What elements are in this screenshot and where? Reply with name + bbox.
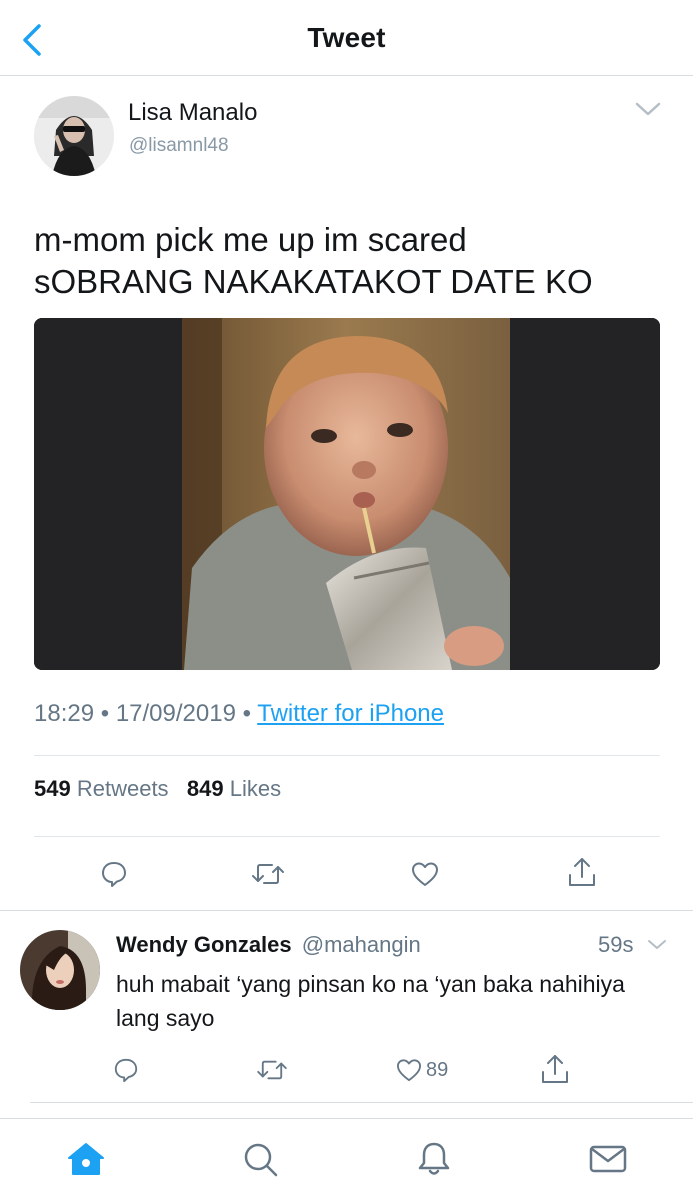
tab-search[interactable] (238, 1137, 282, 1181)
divider (30, 1102, 693, 1103)
bottom-tab-bar (0, 1118, 693, 1200)
page-title: Tweet (307, 22, 386, 53)
retweet-icon (257, 1060, 287, 1080)
tweet-source-link[interactable]: Twitter for iPhone (257, 700, 444, 727)
speech-bubble-icon (102, 862, 126, 887)
reply-author-avatar[interactable] (20, 930, 100, 1010)
author-handle[interactable]: @lisamnl48 (129, 135, 229, 157)
retweet-label: Retweets (76, 776, 169, 801)
reply-options-button[interactable] (644, 932, 670, 958)
tab-notifications[interactable] (412, 1137, 456, 1181)
heart-icon (412, 862, 438, 886)
tweet-options-button[interactable] (628, 92, 668, 126)
tab-home[interactable] (64, 1137, 108, 1181)
tweet-text: m-mom pick me up im scared sOBRANG NAKAK… (34, 219, 664, 303)
top-nav-bar: Tweet (0, 0, 693, 76)
retweet-icon (252, 864, 284, 884)
like-button[interactable] (406, 856, 444, 892)
tweet-time: 18:29 (34, 700, 95, 727)
reply-like-button[interactable]: 89 (396, 1054, 460, 1086)
reply-timestamp: 59s (598, 932, 634, 957)
meta-separator: • (100, 700, 116, 727)
like-count: 849 (186, 776, 224, 801)
tab-messages[interactable] (586, 1137, 630, 1181)
divider (0, 910, 693, 911)
reply-header: Wendy Gonzales @mahangin (116, 932, 421, 958)
reply-like-count: 89 (426, 1058, 449, 1081)
share-icon (569, 858, 595, 886)
divider (34, 836, 660, 837)
chevron-down-icon (635, 102, 661, 116)
share-icon (542, 1055, 568, 1083)
meta-separator: • (242, 700, 258, 727)
retweets-stat[interactable]: 549 Retweets (34, 776, 169, 801)
tweet-date: 17/09/2019 (115, 700, 236, 727)
reply-share-button[interactable] (536, 1050, 574, 1088)
reply-button[interactable] (96, 856, 132, 892)
reply-author-name[interactable]: Wendy Gonzales (116, 932, 292, 957)
tweet-stats: 549 Retweets 849 Likes (34, 776, 281, 802)
tweet-text-line-1: m-mom pick me up im scared (34, 221, 467, 258)
tweet-timestamp: 18:29 • 17/09/2019 • Twitter for iPhone (34, 700, 444, 728)
reply-author-handle[interactable]: @mahangin (302, 932, 421, 957)
speech-bubble-icon (114, 1058, 138, 1083)
reply-text: huh mabait ‘yang pinsan ko na ‘yan baka … (116, 971, 625, 1031)
tweet-media-image[interactable] (34, 318, 660, 670)
share-button[interactable] (562, 852, 602, 892)
reply-reply-button[interactable] (110, 1054, 142, 1086)
author-avatar[interactable] (34, 96, 114, 176)
home-icon (68, 1143, 104, 1175)
retweet-count: 549 (34, 776, 71, 801)
tweet-text-line-2: sOBRANG NAKAKATAKOT DATE KO (34, 263, 593, 300)
bell-icon (418, 1142, 450, 1175)
divider (34, 755, 660, 756)
search-icon (244, 1143, 278, 1177)
like-label: Likes (229, 776, 282, 801)
retweet-button[interactable] (248, 856, 288, 892)
heart-icon (397, 1059, 421, 1082)
likes-stat[interactable]: 849 Likes (187, 776, 281, 801)
chevron-down-icon (648, 940, 666, 949)
reply-retweet-button[interactable] (254, 1054, 290, 1086)
envelope-icon (589, 1145, 627, 1173)
author-name[interactable]: Lisa Manalo (128, 99, 257, 127)
